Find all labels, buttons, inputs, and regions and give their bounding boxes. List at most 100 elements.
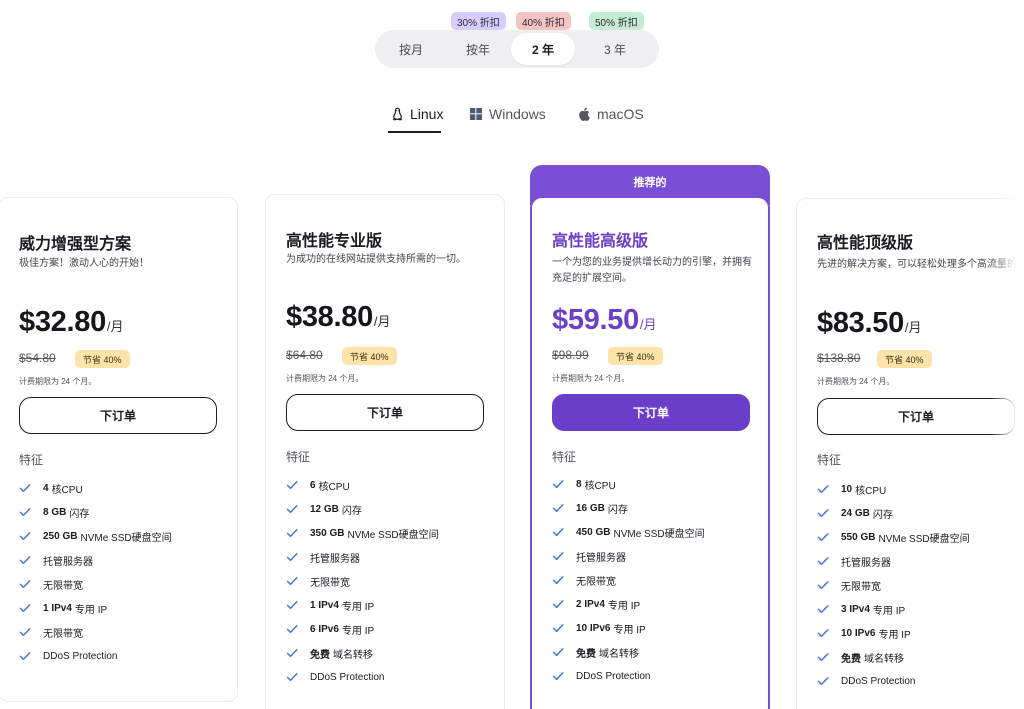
feature-text: 专用 IP — [74, 604, 108, 616]
feature-item: 托管服务器 — [552, 544, 705, 568]
feature-text: 闪存 — [69, 508, 90, 520]
feature-text: 专用 IP — [613, 624, 646, 636]
price-unit: /月 — [106, 319, 124, 334]
features-heading: 特征 — [552, 450, 577, 464]
feature-list: 4 核CPU 8 GB 闪存 250 GB NVMe SSD硬盘空间 托管服务器… — [19, 476, 172, 668]
check-icon — [286, 503, 298, 515]
feature-text: 无限带宽 — [576, 576, 616, 588]
period-monthly[interactable]: 按月 — [383, 33, 439, 65]
tab-windows-label: Windows — [489, 106, 546, 122]
feature-item: 550 GB NVMe SSD硬盘空间 — [817, 525, 970, 549]
period-3-years[interactable]: 3 年 — [583, 33, 647, 65]
plan-card: 高性能专业版 为成功的在线网站提供支持所需的一切。 $38.80 /月 $64.… — [265, 194, 505, 709]
plan-title: 高性能专业版 — [286, 233, 383, 250]
original-price: $54.80 — [19, 351, 56, 365]
billing-period-toggle: 按月 按年 2 年 3 年 — [375, 30, 659, 68]
feature-item: 6 核CPU — [286, 473, 439, 497]
tab-macos[interactable]: macOS — [577, 104, 644, 124]
feature-item: 1 IPv4 专用 IP — [286, 593, 439, 617]
feature-text: 域名转移 — [864, 653, 904, 665]
feature-value: 350 GB — [310, 527, 345, 539]
feature-text: 专用 IP — [341, 601, 375, 613]
check-icon — [286, 623, 298, 635]
feature-item: 6 IPv6 专用 IP — [286, 617, 439, 641]
feature-item: 8 GB 闪存 — [19, 500, 172, 524]
plan-description: 一个为您的业务提供增长动力的引擎，并拥有充足的扩展空间。 — [552, 257, 752, 284]
period-yearly[interactable]: 按年 — [447, 33, 509, 65]
plan-price: $38.80 /月 — [286, 301, 391, 334]
feature-value: 4 — [43, 482, 49, 494]
feature-value: 8 GB — [43, 506, 67, 518]
billing-note: 计费期限为 24 个月。 — [552, 374, 630, 383]
feature-item: 无限带宽 — [19, 572, 172, 596]
check-icon — [817, 483, 829, 495]
check-icon — [286, 479, 298, 491]
feature-value: 10 IPv6 — [841, 627, 876, 639]
check-icon — [552, 622, 564, 634]
feature-value: 免费 — [841, 653, 861, 665]
billing-note: 计费期限为 24 个月。 — [286, 374, 364, 383]
plan-card: 高性能顶级版 先进的解决方案，可以轻松处理多个高流量的网站。 $83.50 /月… — [796, 198, 1024, 709]
discount-badge-1yr: 30% 折扣 — [451, 12, 506, 30]
feature-list: 6 核CPU 12 GB 闪存 350 GB NVMe SSD硬盘空间 托管服务… — [286, 473, 439, 689]
feature-text: 核CPU — [318, 481, 350, 493]
feature-item: 托管服务器 — [19, 548, 172, 572]
feature-list: 10 核CPU 24 GB 闪存 550 GB NVMe SSD硬盘空间 托管服… — [817, 477, 970, 693]
feature-item: 免费 域名转移 — [552, 640, 705, 664]
period-2-years[interactable]: 2 年 — [511, 33, 575, 65]
order-button[interactable]: 下订单 — [19, 397, 217, 434]
price-amount: $83.50 — [817, 307, 904, 339]
price-unit: /月 — [639, 317, 657, 332]
plan-description: 先进的解决方案，可以轻松处理多个高流量的网站。 — [817, 259, 1024, 270]
tab-linux[interactable]: Linux — [390, 104, 443, 124]
feature-item: DDoS Protection — [19, 644, 172, 668]
discount-badge-2yr: 40% 折扣 — [516, 12, 571, 30]
tab-windows[interactable]: Windows — [469, 104, 546, 124]
billing-note: 计费期限为 24 个月。 — [817, 377, 895, 386]
savings-badge: 节省 40% — [342, 347, 397, 365]
tab-macos-label: macOS — [597, 106, 644, 122]
plan-description: 极佳方案！激动人心的开始！ — [19, 258, 149, 269]
feature-item: 无限带宽 — [19, 620, 172, 644]
feature-value: 6 — [310, 479, 316, 491]
check-icon — [817, 627, 829, 639]
order-button[interactable]: 下订单 — [817, 398, 1015, 435]
feature-value: 1 IPv4 — [310, 599, 339, 611]
recommended-label: 推荐的 — [633, 177, 667, 189]
feature-text: 专用 IP — [607, 600, 641, 612]
feature-value: 免费 — [576, 648, 596, 660]
check-icon — [817, 675, 829, 687]
check-icon — [552, 598, 564, 610]
billing-note: 计费期限为 24 个月。 — [19, 377, 97, 386]
check-icon — [286, 647, 298, 659]
check-icon — [552, 478, 564, 490]
plan-description: 为成功的在线网站提供支持所需的一切。 — [286, 254, 466, 265]
feature-item: 免费 域名转移 — [286, 641, 439, 665]
feature-text: 域名转移 — [333, 649, 373, 661]
price-amount: $59.50 — [552, 304, 639, 336]
check-icon — [286, 527, 298, 539]
feature-item: 450 GB NVMe SSD硬盘空间 — [552, 520, 705, 544]
order-button[interactable]: 下订单 — [286, 394, 484, 431]
price-amount: $38.80 — [286, 301, 373, 333]
feature-item: 250 GB NVMe SSD硬盘空间 — [19, 524, 172, 548]
check-icon — [817, 555, 829, 567]
feature-value: 3 IPv4 — [841, 603, 870, 615]
check-icon — [19, 602, 31, 614]
feature-item: 3 IPv4 专用 IP — [817, 597, 970, 621]
check-icon — [19, 482, 31, 494]
order-button[interactable]: 下订单 — [552, 394, 750, 431]
feature-text: 闪存 — [872, 509, 893, 521]
feature-item: 24 GB 闪存 — [817, 501, 970, 525]
feature-value: 8 — [576, 478, 582, 490]
feature-text: 无限带宽 — [43, 628, 83, 640]
feature-text: 域名转移 — [599, 648, 639, 660]
original-price: $98.99 — [552, 348, 589, 362]
feature-item: 托管服务器 — [817, 549, 970, 573]
check-icon — [286, 551, 298, 563]
feature-text: 托管服务器 — [576, 552, 626, 564]
feature-value: 450 GB — [576, 526, 611, 538]
check-icon — [552, 646, 564, 658]
feature-item: 4 核CPU — [19, 476, 172, 500]
feature-text: NVMe SSD硬盘空间 — [878, 533, 970, 545]
